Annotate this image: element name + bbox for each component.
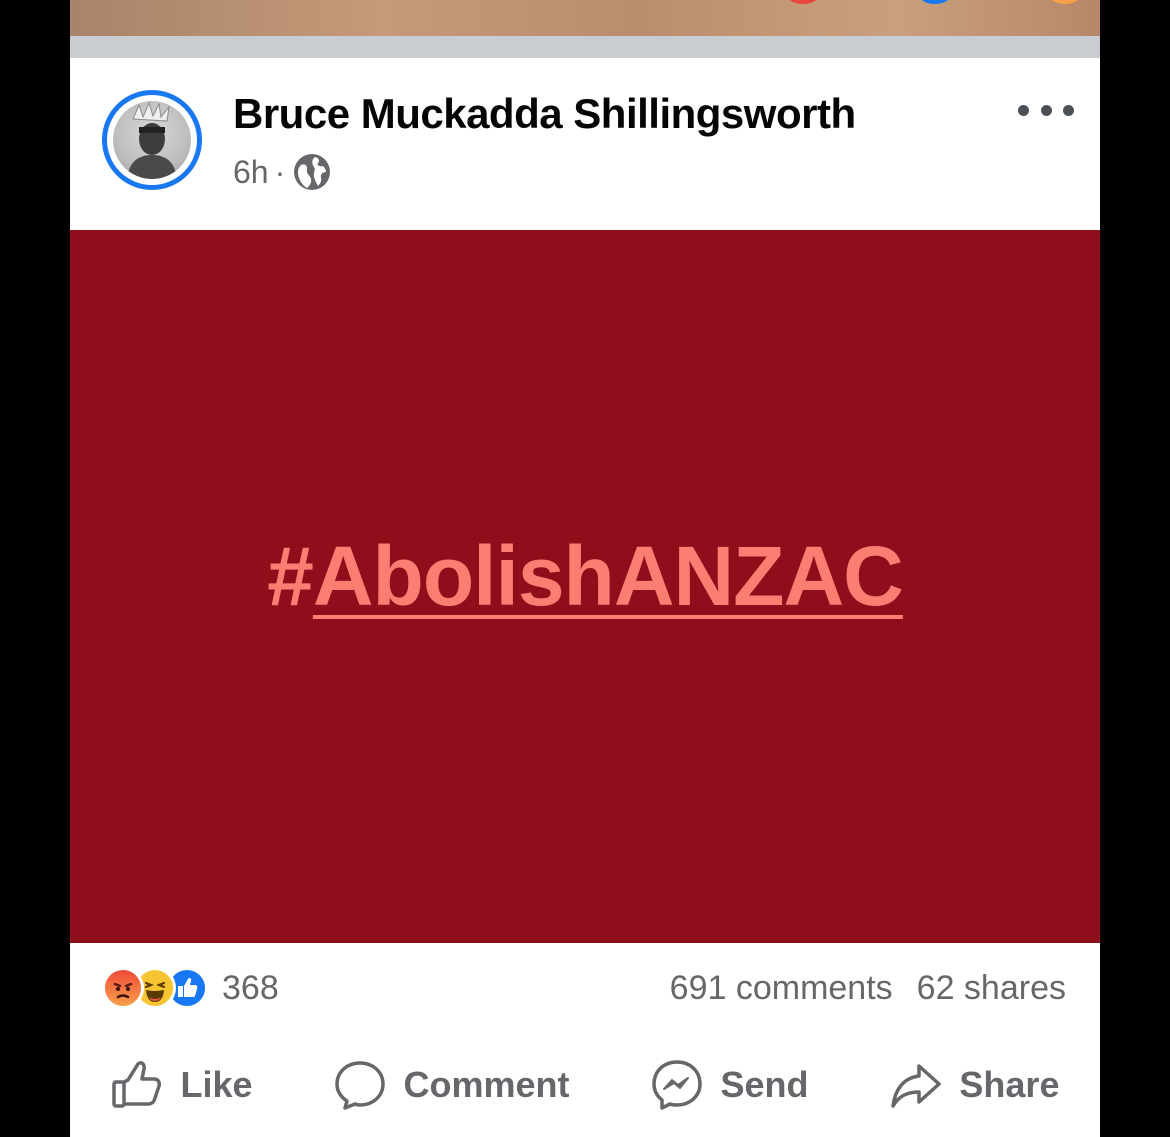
previous-post-image bbox=[70, 0, 1100, 36]
hashtag-link[interactable]: #AbolishANZAC bbox=[267, 528, 904, 625]
post-stats: 368 691 comments 62 shares bbox=[70, 943, 1100, 1033]
more-dot bbox=[1040, 104, 1052, 116]
angry-icon bbox=[102, 967, 144, 1009]
avatar[interactable] bbox=[102, 90, 202, 190]
more-dot bbox=[1063, 104, 1074, 116]
share-button[interactable]: Share bbox=[889, 1058, 1059, 1112]
post-time[interactable]: 6h bbox=[233, 154, 269, 191]
hashtag-text[interactable]: AbolishANZAC bbox=[313, 529, 904, 623]
previous-reaction-icon bbox=[788, 0, 818, 4]
send-label: Send bbox=[720, 1064, 809, 1105]
thumbs-up-icon bbox=[112, 1061, 162, 1108]
share-label: Share bbox=[959, 1064, 1060, 1105]
avatar-photo bbox=[113, 101, 191, 179]
previous-reaction-icon bbox=[920, 0, 950, 4]
like-button[interactable]: Like bbox=[110, 1058, 253, 1112]
shares-count-link[interactable]: 62 shares bbox=[917, 969, 1066, 1008]
feed-separator bbox=[70, 36, 1100, 58]
previous-reaction-icon bbox=[1050, 0, 1080, 4]
hashtag-symbol: # bbox=[267, 529, 314, 623]
reactions-summary[interactable]: 368 bbox=[102, 967, 279, 1009]
more-dot bbox=[1018, 104, 1029, 116]
comments-count-link[interactable]: 691 comments bbox=[670, 969, 893, 1008]
post-header: Bruce Muckadda Shillingsworth 6h · bbox=[70, 58, 1100, 230]
post-text-background: #AbolishANZAC bbox=[70, 230, 1100, 943]
post-actions: Like Comment Send Share bbox=[70, 1033, 1100, 1137]
post-meta: 6h · bbox=[233, 153, 331, 191]
share-arrow-icon bbox=[891, 1064, 942, 1108]
post-card-frame: Bruce Muckadda Shillingsworth 6h · #Abol… bbox=[70, 0, 1100, 1137]
engagement-counts: 691 comments 62 shares bbox=[670, 969, 1066, 1008]
messenger-icon bbox=[652, 1060, 703, 1110]
send-button[interactable]: Send bbox=[650, 1058, 808, 1112]
reaction-count: 368 bbox=[222, 968, 279, 1007]
comment-icon bbox=[335, 1061, 386, 1110]
author-name[interactable]: Bruce Muckadda Shillingsworth bbox=[233, 90, 856, 138]
globe-icon bbox=[293, 153, 331, 191]
meta-separator: · bbox=[274, 153, 286, 190]
comment-label: Comment bbox=[403, 1064, 570, 1105]
more-options-button[interactable] bbox=[1018, 98, 1074, 122]
comment-button[interactable]: Comment bbox=[333, 1058, 569, 1112]
like-label: Like bbox=[180, 1064, 253, 1105]
